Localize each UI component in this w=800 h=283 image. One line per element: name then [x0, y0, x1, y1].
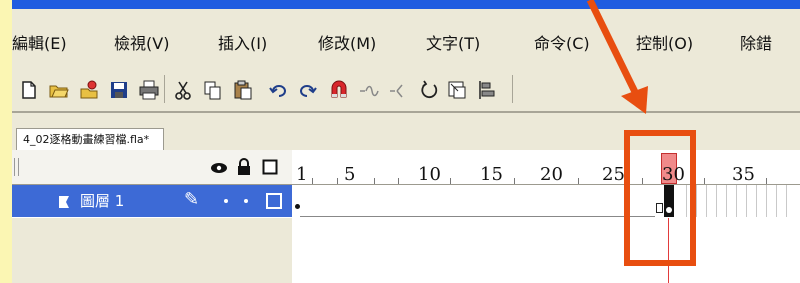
- current-frame-label: 30: [662, 164, 685, 185]
- flash-window: 編輯(E) 檢視(V) 插入(I) 修改(M) 文字(T) 命令(C) 控制(O…: [12, 0, 800, 283]
- annotation-arrow: [586, 0, 648, 114]
